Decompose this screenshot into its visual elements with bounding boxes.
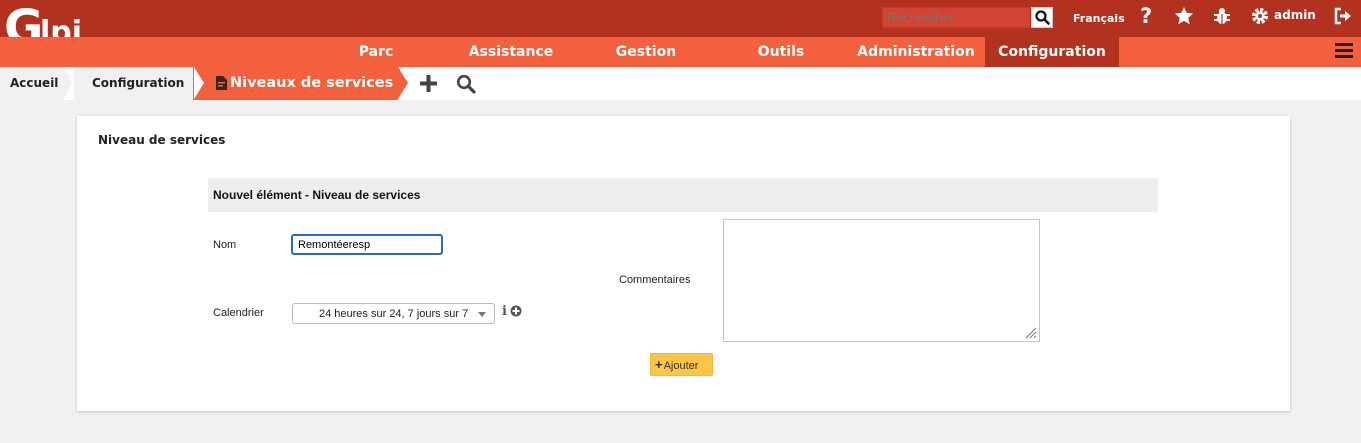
menu-item-outils[interactable]: Outils [750, 37, 812, 67]
search-button[interactable] [1031, 7, 1053, 28]
language-selector[interactable]: Français [1073, 12, 1125, 25]
form-header: Nouvel élément - Niveau de services [208, 178, 1158, 212]
user-menu[interactable]: admin [1274, 8, 1316, 22]
add-circle-icon[interactable] [510, 305, 522, 317]
menu-item-administration[interactable]: Administration [852, 37, 980, 67]
gear-icon[interactable] [1251, 7, 1269, 25]
menu-item-gestion[interactable]: Gestion [606, 37, 686, 67]
menu-item-configuration[interactable]: Configuration [985, 37, 1119, 67]
commentaires-label: Commentaires [619, 274, 691, 286]
document-icon [216, 76, 227, 90]
breadcrumb-current-label: Niveaux de services [230, 75, 394, 91]
menu-item-parc[interactable]: Parc [340, 37, 412, 67]
search-input[interactable] [882, 7, 1030, 28]
calendrier-selected-value: 24 heures sur 24, 7 jours sur 7 [319, 308, 469, 320]
nom-label: Nom [213, 239, 237, 251]
plus-icon: + [655, 357, 663, 372]
help-icon[interactable]: ? [1140, 4, 1152, 28]
panel-title: Niveau de services [98, 133, 226, 147]
main-menu: Parc Assistance Gestion Outils Administr… [0, 37, 1361, 67]
breadcrumb-separator [194, 67, 204, 99]
search-icon[interactable] [456, 74, 476, 94]
logout-icon[interactable] [1333, 7, 1353, 25]
search-icon [1035, 10, 1050, 25]
menu-item-assistance[interactable]: Assistance [462, 37, 560, 67]
star-icon[interactable] [1173, 5, 1195, 27]
resize-handle-icon[interactable] [1024, 326, 1037, 339]
top-header: G lpi Français ? admin [0, 0, 1361, 52]
breadcrumb-separator [64, 67, 72, 99]
ajouter-button[interactable]: +Ajouter [650, 353, 713, 376]
bug-icon[interactable] [1212, 6, 1232, 26]
hamburger-icon[interactable] [1335, 43, 1353, 59]
nom-input[interactable] [291, 234, 443, 255]
breadcrumb: Accueil Configuration Niveaux de service… [0, 67, 1361, 100]
commentaires-textarea[interactable] [723, 219, 1040, 342]
breadcrumb-arrow [398, 67, 408, 99]
calendrier-label: Calendrier [213, 307, 264, 319]
add-icon[interactable] [419, 74, 438, 93]
info-icon[interactable]: i [502, 304, 507, 319]
breadcrumb-item-configuration[interactable]: Configuration [74, 67, 194, 100]
chevron-down-icon [478, 312, 486, 317]
calendrier-select[interactable]: 24 heures sur 24, 7 jours sur 7 [292, 303, 495, 324]
ajouter-label: Ajouter [663, 360, 699, 372]
breadcrumb-item-accueil[interactable]: Accueil [0, 67, 64, 100]
